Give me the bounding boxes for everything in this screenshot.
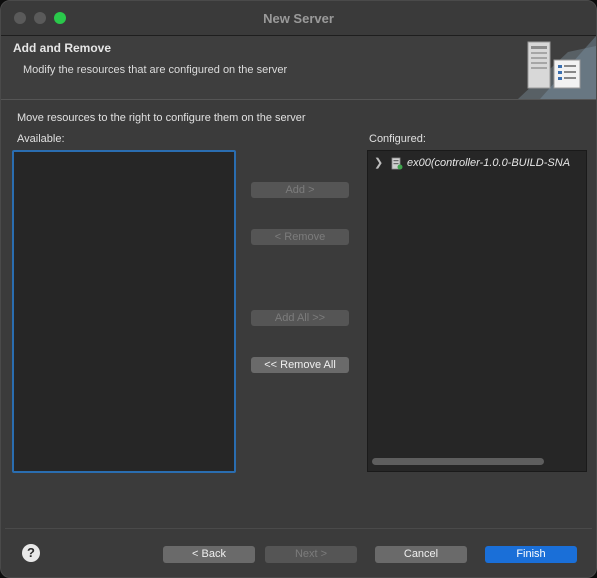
server-resource-icon — [391, 157, 403, 170]
finish-button[interactable]: Finish — [485, 546, 577, 563]
back-button[interactable]: < Back — [163, 546, 255, 563]
available-resources-list[interactable] — [12, 150, 236, 473]
instruction-text: Move resources to the right to configure… — [17, 112, 306, 124]
help-icon[interactable]: ? — [22, 544, 40, 562]
configured-resources-tree[interactable]: ❯ ex00(controller-1.0.0-BUILD-SNA — [367, 150, 587, 472]
add-button[interactable]: Add > — [251, 182, 349, 198]
tree-item[interactable]: ❯ ex00(controller-1.0.0-BUILD-SNA — [368, 155, 586, 173]
add-all-button[interactable]: Add All >> — [251, 310, 349, 326]
page-description: Modify the resources that are configured… — [23, 64, 288, 76]
footer-divider — [5, 528, 592, 529]
window-title: New Server — [263, 11, 334, 26]
chevron-right-icon[interactable]: ❯ — [374, 156, 383, 169]
server-wizard-banner-icon — [518, 36, 596, 99]
available-label: Available: — [17, 133, 65, 145]
remove-all-button[interactable]: << Remove All — [251, 357, 349, 373]
next-button[interactable]: Next > — [265, 546, 357, 563]
new-server-dialog: New Server Add and Remove Modify the res… — [0, 0, 597, 578]
page-title: Add and Remove — [13, 41, 112, 55]
horizontal-scrollbar[interactable] — [372, 458, 544, 465]
configured-label: Configured: — [369, 133, 426, 145]
title-bar: New Server — [1, 1, 596, 36]
wizard-header: Add and Remove Modify the resources that… — [1, 36, 596, 100]
tree-item-label: ex00(controller-1.0.0-BUILD-SNA — [407, 157, 571, 169]
cancel-button[interactable]: Cancel — [375, 546, 467, 563]
remove-button[interactable]: < Remove — [251, 229, 349, 245]
